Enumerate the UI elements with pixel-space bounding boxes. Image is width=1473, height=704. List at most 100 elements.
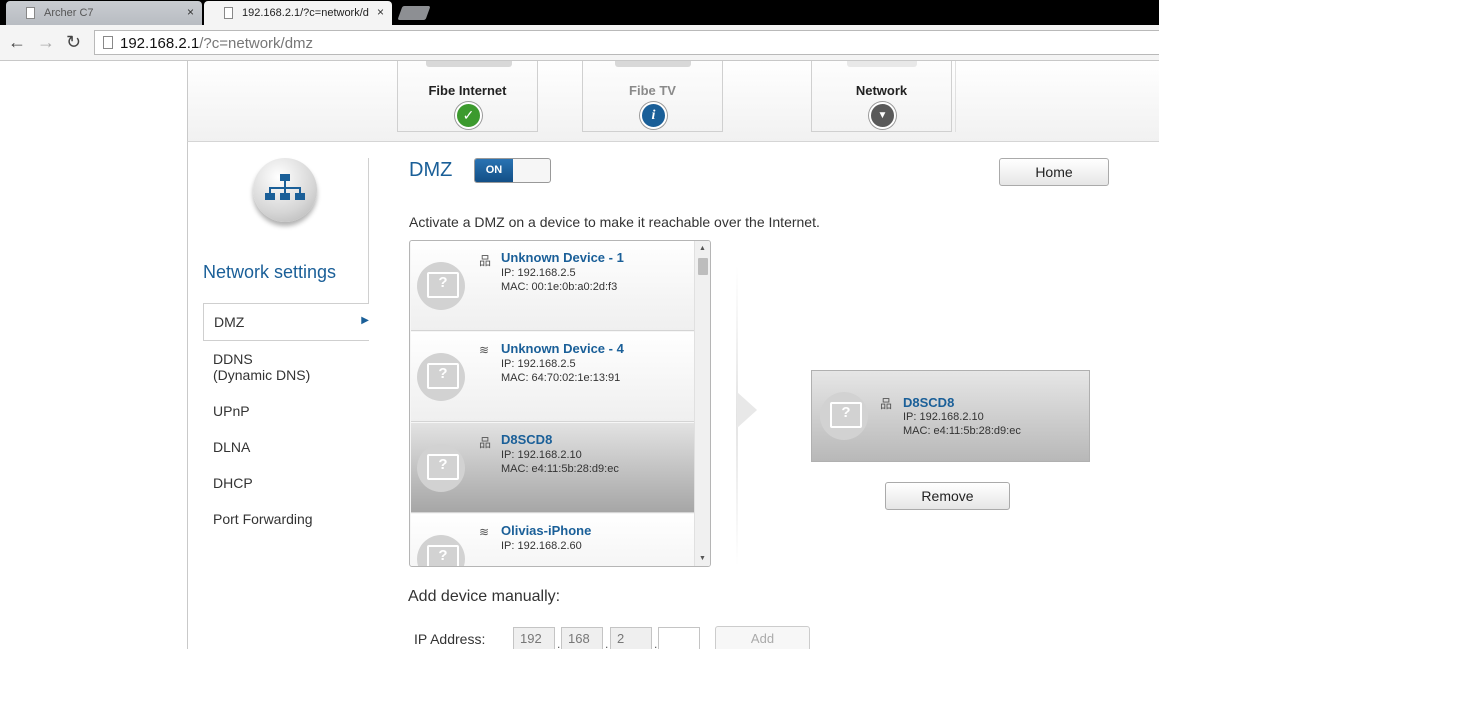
sidebar-item-label: DLNA xyxy=(213,439,251,455)
service-label: Network xyxy=(855,83,908,98)
sidebar-item-dmz[interactable]: DMZ ▶ xyxy=(203,303,369,341)
sidebar-item-dhcp[interactable]: DHCP xyxy=(203,475,369,491)
dmz-toggle[interactable]: ON xyxy=(474,158,551,183)
sidebar-item-upnp[interactable]: UPnP xyxy=(203,403,369,419)
ip-octet-1[interactable]: 192 xyxy=(513,627,555,649)
scroll-down-icon[interactable]: ▼ xyxy=(699,555,706,562)
device-mac: MAC: e4:11:5b:28:d9:ec xyxy=(903,425,1021,437)
ip-octet-4[interactable] xyxy=(658,627,700,649)
ip-separator: . xyxy=(605,637,609,649)
list-item[interactable]: 品 Unknown Device - 1 IP: 192.168.2.5 MAC… xyxy=(411,241,694,331)
service-label: Fibe Internet xyxy=(428,83,507,98)
tab-title: Archer C7 xyxy=(44,7,94,19)
new-tab-button[interactable] xyxy=(397,6,431,20)
wired-icon: 品 xyxy=(880,397,893,411)
device-ip: IP: 192.168.2.5 xyxy=(501,267,576,279)
computer-image xyxy=(847,61,917,67)
tab-strip: Archer C7 × 192.168.2.1/?c=network/d × xyxy=(0,0,1159,25)
tab-dmz[interactable]: 192.168.2.1/?c=network/d × xyxy=(204,1,392,25)
divider xyxy=(955,61,956,132)
browser-toolbar: ← → ↻ 192.168.2.1/?c=network/dmz xyxy=(0,25,1159,61)
unknown-device-icon xyxy=(417,353,465,401)
sidebar-item-ddns[interactable]: DDNS (Dynamic DNS) xyxy=(203,351,369,383)
unknown-device-icon xyxy=(820,392,868,440)
device-mac: MAC: e4:11:5b:28:d9:ec xyxy=(501,463,619,475)
scroll-up-icon[interactable]: ▲ xyxy=(699,245,706,252)
device-mac: MAC: 64:70:02:1e:13:91 xyxy=(501,372,621,384)
sidebar-item-dlna[interactable]: DLNA xyxy=(203,439,369,455)
device-ip: IP: 192.168.2.10 xyxy=(903,411,984,423)
dmz-description: Activate a DMZ on a device to make it re… xyxy=(409,214,820,230)
arrow-right-icon: ▶ xyxy=(361,315,369,326)
list-item[interactable]: ≋ Olivias-iPhone IP: 192.168.2.60 xyxy=(411,514,694,566)
url-path: /?c=network/dmz xyxy=(199,35,314,52)
sidebar-item-label: DHCP xyxy=(213,475,253,491)
page-icon xyxy=(224,7,233,19)
tab-title: 192.168.2.1/?c=network/d xyxy=(242,7,369,19)
unknown-device-icon xyxy=(417,444,465,492)
dmz-device-card: 品 D8SCD8 IP: 192.168.2.10 MAC: e4:11:5b:… xyxy=(811,370,1090,462)
wired-icon: 品 xyxy=(479,254,492,268)
modem-image xyxy=(426,61,512,67)
service-label: Fibe TV xyxy=(629,83,676,98)
service-fibe-internet[interactable]: Fibe Internet ✓ xyxy=(397,61,538,132)
divider xyxy=(368,158,369,303)
pointer-arrow xyxy=(737,392,757,428)
list-item[interactable]: ≋ Unknown Device - 4 IP: 192.168.2.5 MAC… xyxy=(411,332,694,422)
page-icon xyxy=(26,7,35,19)
device-name: Unknown Device - 4 xyxy=(501,341,624,356)
sidebar-item-sublabel: (Dynamic DNS) xyxy=(213,367,311,383)
scrollbar[interactable]: ▲ ▼ xyxy=(694,241,710,566)
wired-icon: 品 xyxy=(479,436,492,450)
remove-button[interactable]: Remove xyxy=(885,482,1010,510)
chevron-down-icon: ▼ xyxy=(869,102,896,129)
scroll-thumb[interactable] xyxy=(698,258,708,275)
wifi-icon: ≋ xyxy=(479,343,490,357)
tv-image xyxy=(615,61,691,67)
forward-icon[interactable]: → xyxy=(37,32,55,52)
page-icon xyxy=(103,36,113,49)
ip-octet-2[interactable]: 168 xyxy=(561,627,603,649)
unknown-device-icon xyxy=(417,262,465,310)
device-name: D8SCD8 xyxy=(903,395,955,410)
unknown-device-icon xyxy=(417,535,465,566)
url-host: 192.168.2.1 xyxy=(120,35,200,52)
services-band: Fibe Internet ✓ Fibe TV i Network ▼ xyxy=(187,61,1159,142)
tab-archer[interactable]: Archer C7 × xyxy=(6,1,202,25)
device-ip: IP: 192.168.2.10 xyxy=(501,449,582,461)
info-icon: i xyxy=(640,102,667,129)
device-ip: IP: 192.168.2.5 xyxy=(501,358,576,370)
list-item-selected[interactable]: 品 D8SCD8 IP: 192.168.2.10 MAC: e4:11:5b:… xyxy=(411,423,694,513)
device-name: D8SCD8 xyxy=(501,432,553,447)
ip-octet-3[interactable]: 2 xyxy=(610,627,652,649)
address-bar[interactable]: 192.168.2.1/?c=network/dmz xyxy=(94,30,1159,55)
page-title: DMZ xyxy=(409,159,453,181)
add-button[interactable]: Add xyxy=(715,626,810,649)
close-icon[interactable]: × xyxy=(187,5,194,19)
sidebar-item-label: UPnP xyxy=(213,403,250,419)
device-ip: IP: 192.168.2.60 xyxy=(501,540,582,552)
home-button[interactable]: Home xyxy=(999,158,1109,186)
sidebar-item-label: DDNS xyxy=(213,351,253,367)
sidebar-item-label: Port Forwarding xyxy=(213,511,313,527)
reload-icon[interactable]: ↻ xyxy=(66,32,81,52)
sidebar-title: Network settings xyxy=(203,262,337,282)
service-fibe-tv[interactable]: Fibe TV i xyxy=(582,61,723,132)
back-icon[interactable]: ← xyxy=(8,32,26,52)
sidebar-item-port-forwarding[interactable]: Port Forwarding xyxy=(203,511,369,527)
device-mac: MAC: 00:1e:0b:a0:2d:f3 xyxy=(501,281,618,293)
toggle-on-label: ON xyxy=(475,159,513,182)
device-name: Olivias-iPhone xyxy=(501,523,592,538)
sidebar-item-label: DMZ xyxy=(214,314,245,330)
ip-address-label: IP Address: xyxy=(414,631,486,647)
wifi-icon: ≋ xyxy=(479,525,490,539)
router-page: Fibe Internet ✓ Fibe TV i Network ▼ Netw… xyxy=(0,61,1159,649)
check-icon: ✓ xyxy=(455,102,482,129)
device-name: Unknown Device - 1 xyxy=(501,250,624,265)
ip-separator: . xyxy=(557,637,561,649)
device-list[interactable]: 品 Unknown Device - 1 IP: 192.168.2.5 MAC… xyxy=(409,240,711,567)
close-icon[interactable]: × xyxy=(377,5,384,19)
service-network[interactable]: Network ▼ xyxy=(811,61,952,132)
add-device-title: Add device manually: xyxy=(408,588,561,605)
divider xyxy=(187,142,188,649)
